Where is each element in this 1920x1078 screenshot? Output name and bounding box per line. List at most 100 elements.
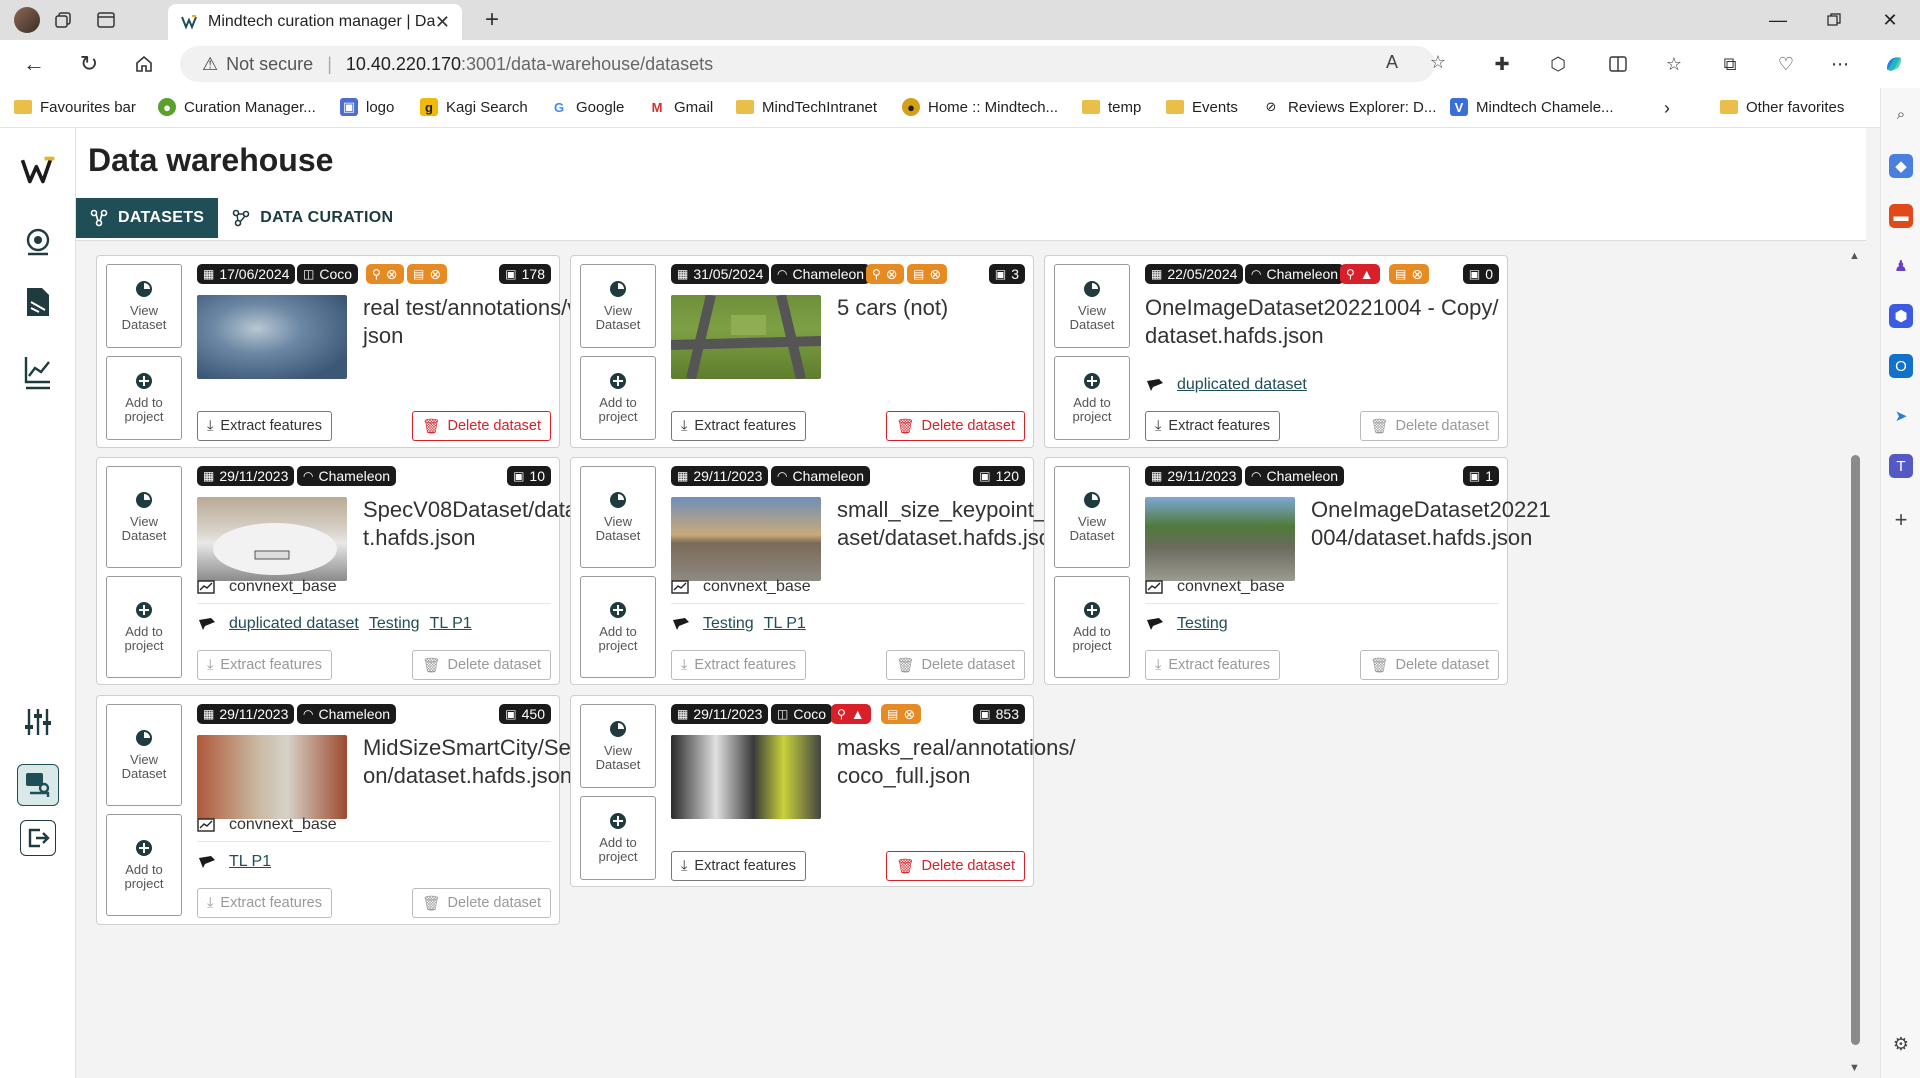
delete-dataset-button[interactable]: 🗑 Delete dataset xyxy=(1360,411,1499,441)
extract-features-button[interactable]: ⤓ Extract features xyxy=(671,650,806,680)
tag-link[interactable]: TL P1 xyxy=(229,853,271,871)
scroll-down-icon[interactable]: ▼ xyxy=(1849,1062,1860,1074)
extract-features-button[interactable]: ⤓ Extract features xyxy=(1145,411,1280,441)
dataset-thumbnail[interactable] xyxy=(197,735,347,819)
read-aloud-icon[interactable]: A xyxy=(1378,48,1406,76)
fav-item[interactable]: ● Curation Manager... xyxy=(158,98,316,116)
add-to-project-button[interactable]: Add to project xyxy=(580,356,656,440)
close-window-icon[interactable]: ✕ xyxy=(1862,0,1918,40)
scroll-up-icon[interactable]: ▲ xyxy=(1849,250,1860,262)
view-dataset-button[interactable]: View Dataset xyxy=(106,466,182,568)
fav-item[interactable]: M Gmail xyxy=(648,98,714,116)
view-dataset-button[interactable]: View Dataset xyxy=(106,704,182,806)
dataset-thumbnail[interactable] xyxy=(671,497,821,581)
favorite-star-icon[interactable]: ☆ xyxy=(1424,48,1452,76)
add-to-project-button[interactable]: Add to project xyxy=(1054,576,1130,678)
back-icon[interactable]: ← xyxy=(20,50,48,78)
copilot-icon[interactable] xyxy=(1880,50,1908,78)
favorites-icon[interactable]: ☆ xyxy=(1660,50,1688,78)
logout-icon[interactable] xyxy=(20,820,56,856)
view-dataset-button[interactable]: View Dataset xyxy=(580,704,656,788)
tag-link[interactable]: Testing xyxy=(703,615,754,633)
fav-item[interactable]: V Mindtech Chamele... xyxy=(1450,98,1614,116)
tag-link[interactable]: duplicated dataset xyxy=(229,615,359,633)
delete-dataset-button[interactable]: 🗑 Delete dataset xyxy=(412,411,551,441)
tab-close-icon[interactable]: ✕ xyxy=(435,12,450,33)
fav-item[interactable]: Favourites bar xyxy=(14,98,136,116)
tag-link[interactable]: duplicated dataset xyxy=(1177,376,1307,394)
fav-item[interactable]: ⊘ Reviews Explorer: D... xyxy=(1262,98,1437,116)
tag-link[interactable]: Testing xyxy=(1177,615,1228,633)
teams-icon[interactable]: T xyxy=(1889,454,1913,478)
data-warehouse-nav-icon[interactable] xyxy=(17,764,59,806)
fav-item[interactable]: MindTechIntranet xyxy=(736,98,877,116)
profile-avatar[interactable] xyxy=(14,7,40,33)
add-to-project-button[interactable]: Add to project xyxy=(1054,356,1130,440)
dataset-thumbnail[interactable] xyxy=(197,295,347,379)
url-input[interactable]: ⚠ Not secure | 10.40.220.170:3001/data-w… xyxy=(180,46,1435,82)
dataset-thumbnail[interactable] xyxy=(1145,497,1295,581)
collections-icon[interactable]: ⧉ xyxy=(1716,50,1744,78)
extract-features-button[interactable]: ⤓ Extract features xyxy=(197,650,332,680)
delete-dataset-button[interactable]: 🗑 Delete dataset xyxy=(412,650,551,680)
more-options-icon[interactable]: ⋯ xyxy=(1826,50,1854,78)
tag-link[interactable]: Testing xyxy=(369,615,420,633)
other-favorites[interactable]: Other favorites xyxy=(1720,98,1844,116)
delete-dataset-button[interactable]: 🗑 Delete dataset xyxy=(412,888,551,918)
tab-data-curation[interactable]: DATA CURATION xyxy=(218,198,407,238)
fav-item[interactable]: Events xyxy=(1166,98,1238,116)
delete-dataset-button[interactable]: 🗑 Delete dataset xyxy=(886,411,1025,441)
extract-features-button[interactable]: ⤓ Extract features xyxy=(197,411,332,441)
shopping-tag-icon[interactable]: ◆ xyxy=(1889,154,1913,178)
browser-essentials-icon[interactable]: ♡ xyxy=(1772,50,1800,78)
tab-datasets[interactable]: DATASETS xyxy=(76,198,219,238)
fav-item[interactable]: ● Home :: Mindtech... xyxy=(902,98,1058,116)
microsoft-365-icon[interactable]: ⬢ xyxy=(1889,304,1913,328)
tools-icon[interactable]: ▬ xyxy=(1889,204,1913,228)
fav-item[interactable]: ▣ logo xyxy=(340,98,394,116)
refresh-icon[interactable]: ↻ xyxy=(75,50,103,78)
fav-item[interactable]: G Google xyxy=(550,98,624,116)
split-screen-icon[interactable] xyxy=(1604,50,1632,78)
view-dataset-button[interactable]: View Dataset xyxy=(1054,264,1130,348)
fav-item[interactable]: g Kagi Search xyxy=(420,98,528,116)
documents-icon[interactable] xyxy=(20,284,56,320)
delete-dataset-button[interactable]: 🗑 Delete dataset xyxy=(886,851,1025,881)
view-dataset-button[interactable]: View Dataset xyxy=(580,264,656,348)
view-dataset-button[interactable]: View Dataset xyxy=(106,264,182,348)
tag-link[interactable]: TL P1 xyxy=(430,615,472,633)
dataset-thumbnail[interactable] xyxy=(671,735,821,819)
extract-features-button[interactable]: ⤓ Extract features xyxy=(197,888,332,918)
tab-actions-icon[interactable] xyxy=(92,6,120,34)
extract-features-button[interactable]: ⤓ Extract features xyxy=(1145,650,1280,680)
outlook-icon[interactable]: O xyxy=(1889,354,1913,378)
delete-dataset-button[interactable]: 🗑 Delete dataset xyxy=(886,650,1025,680)
view-dataset-button[interactable]: View Dataset xyxy=(580,466,656,568)
chevron-right-icon[interactable]: › xyxy=(1664,98,1670,119)
dataset-thumbnail[interactable] xyxy=(671,295,821,379)
analytics-icon[interactable] xyxy=(20,354,56,390)
restore-icon[interactable] xyxy=(1806,0,1862,40)
workspaces-icon[interactable] xyxy=(50,6,78,34)
search-icon[interactable]: ⌕ xyxy=(1889,102,1913,126)
fav-item[interactable]: temp xyxy=(1082,98,1141,116)
settings-sliders-icon[interactable] xyxy=(20,704,56,740)
tag-link[interactable]: TL P1 xyxy=(764,615,806,633)
extensions-icon[interactable]: ⬡ xyxy=(1544,50,1572,78)
send-icon[interactable]: ➤ xyxy=(1889,404,1913,428)
delete-dataset-button[interactable]: 🗑 Delete dataset xyxy=(1360,650,1499,680)
add-to-project-button[interactable]: Add to project xyxy=(106,576,182,678)
scrollbar-thumb[interactable] xyxy=(1851,455,1860,1045)
games-icon[interactable]: ♟ xyxy=(1889,254,1913,278)
minimize-icon[interactable]: — xyxy=(1750,0,1806,40)
sidebar-settings-icon[interactable]: ⚙ xyxy=(1889,1032,1913,1056)
add-to-project-button[interactable]: Add to project xyxy=(580,576,656,678)
new-tab-icon[interactable]: + xyxy=(478,6,506,34)
add-sidebar-app-icon[interactable]: + xyxy=(1889,507,1913,532)
extract-features-button[interactable]: ⤓ Extract features xyxy=(671,851,806,881)
extract-features-button[interactable]: ⤓ Extract features xyxy=(671,411,806,441)
add-to-project-button[interactable]: Add to project xyxy=(106,814,182,916)
dataset-thumbnail[interactable] xyxy=(197,497,347,581)
add-to-project-button[interactable]: Add to project xyxy=(580,796,656,880)
extension-puzzle-dark-icon[interactable]: ✚ xyxy=(1488,50,1516,78)
